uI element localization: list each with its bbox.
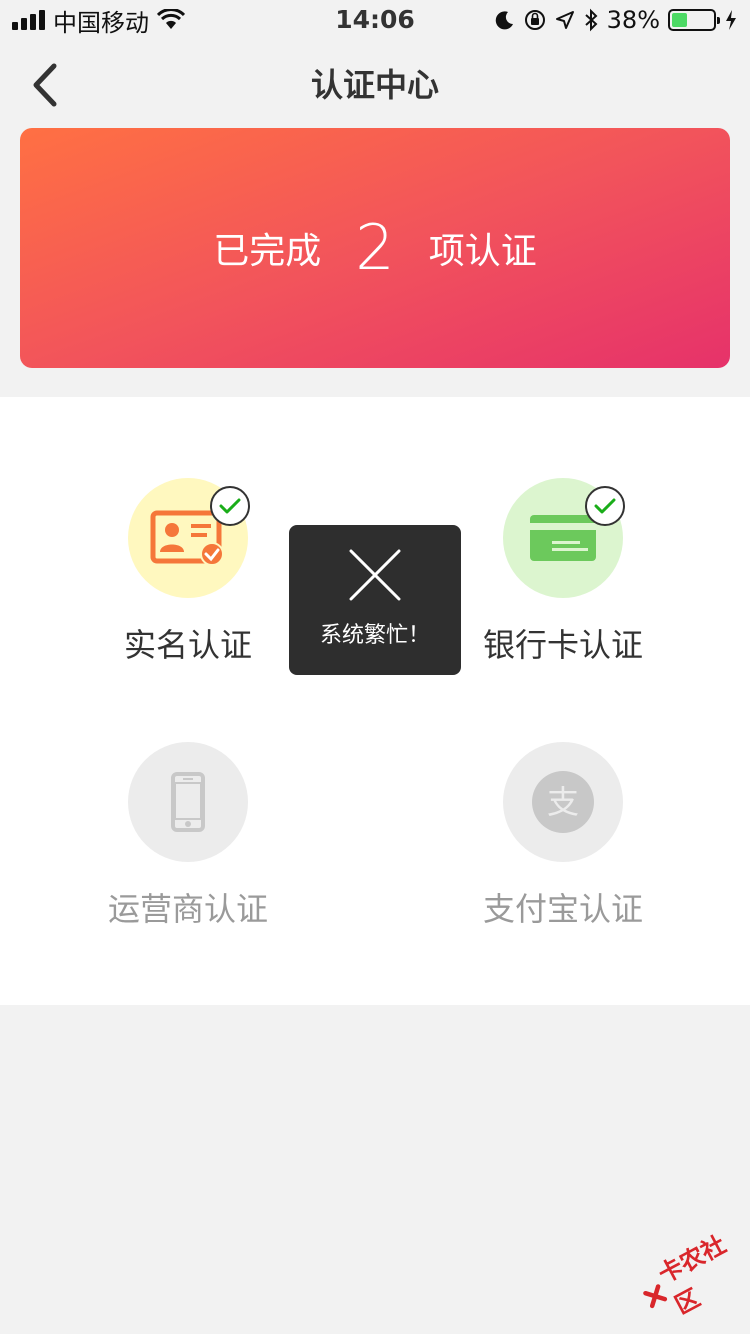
alipay-label: 支付宝认证 xyxy=(482,890,643,928)
carrier-icon-circle xyxy=(128,742,248,862)
page-title: 认证中心 xyxy=(310,66,439,104)
alipay-icon: 支 xyxy=(532,771,594,833)
alipay-icon-circle: 支 xyxy=(503,742,623,862)
cellular-signal-icon xyxy=(12,10,45,30)
bank-card-icon-circle xyxy=(503,478,625,598)
charging-icon xyxy=(726,10,736,30)
banner-suffix: 项认证 xyxy=(428,231,537,272)
moon-icon xyxy=(495,11,513,30)
carrier-cert-item[interactable]: 运营商认证 xyxy=(68,742,308,930)
status-right: 38% xyxy=(495,6,738,34)
location-icon xyxy=(555,11,574,29)
phone-icon xyxy=(171,772,205,832)
battery-icon xyxy=(668,9,720,31)
carrier-name: 中国移动 xyxy=(53,8,149,37)
toast-message: 系统繁忙！ xyxy=(319,623,430,648)
bank-card-label: 银行卡认证 xyxy=(482,626,643,664)
completed-count: 2 xyxy=(355,211,395,284)
status-left: 中国移动 xyxy=(12,3,185,38)
back-button[interactable] xyxy=(20,58,70,112)
chevron-left-icon xyxy=(33,63,57,107)
status-bar: 中国移动 38% xyxy=(0,0,750,40)
error-toast: 系统繁忙！ xyxy=(289,525,461,675)
watermark-logo: 卡农社区 xyxy=(630,1218,750,1331)
realname-check-icon xyxy=(210,486,250,526)
wifi-icon xyxy=(157,9,185,29)
close-icon xyxy=(349,549,401,601)
alipay-cert-item[interactable]: 支 支付宝认证 xyxy=(443,742,683,930)
nav-bar: 认证中心 xyxy=(0,40,750,130)
bank-card-check-icon xyxy=(585,486,625,526)
banner-prefix: 已完成 xyxy=(213,231,322,272)
realname-icon-circle xyxy=(128,478,250,598)
realname-label: 实名认证 xyxy=(123,626,252,664)
bluetooth-icon xyxy=(584,8,598,32)
completed-banner: 已完成 2 项认证 xyxy=(20,128,730,368)
bank-card-cert-item[interactable]: 银行卡认证 xyxy=(443,478,683,666)
carrier-label: 运营商认证 xyxy=(107,890,268,928)
watermark-text: 卡农社区 xyxy=(653,1230,731,1320)
alipay-glyph: 支 xyxy=(547,783,579,821)
battery-fill xyxy=(672,13,688,27)
battery-percent: 38% xyxy=(606,6,660,34)
rotation-lock-icon xyxy=(524,10,545,30)
certification-panel: 实名认证 银行卡认证 运营商认证 支 支付宝认证 xyxy=(0,397,750,1005)
realname-cert-item[interactable]: 实名认证 xyxy=(68,478,308,666)
bank-card-icon xyxy=(530,515,596,561)
